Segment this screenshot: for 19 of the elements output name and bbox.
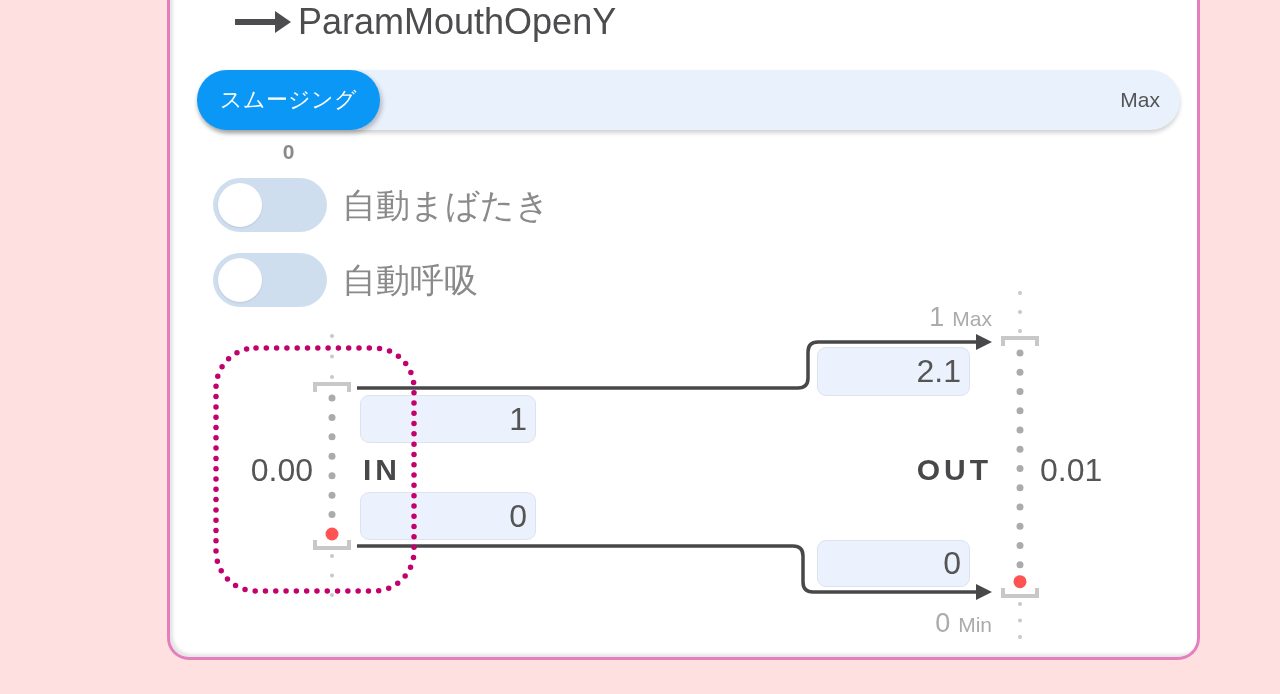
range-max-label: Max (952, 307, 992, 331)
toggle-switch[interactable] (213, 178, 327, 232)
slider-max-label: Max (1120, 88, 1161, 112)
scale-bracket (1001, 336, 1039, 346)
dotted-line (1018, 602, 1022, 639)
input-value: 0.00 (249, 451, 313, 490)
range-min-label: Min (958, 613, 992, 637)
toggle-label: 自動まばたき (342, 185, 550, 226)
dotted-line (1018, 291, 1022, 333)
range-min-value: 0 (935, 608, 951, 639)
scale-bracket (1001, 588, 1039, 598)
arrow-right-icon (235, 11, 291, 33)
output-value: 0.01 (1040, 451, 1103, 490)
toggle-label: 自動呼吸 (342, 260, 478, 301)
parameter-name: ParamMouthOpenY (298, 0, 617, 44)
toggle-switch[interactable] (213, 253, 327, 307)
slider-value: 0 (281, 140, 296, 165)
slider-track[interactable]: スムージング Max (197, 70, 1180, 130)
range-max-value: 1 (929, 302, 945, 333)
